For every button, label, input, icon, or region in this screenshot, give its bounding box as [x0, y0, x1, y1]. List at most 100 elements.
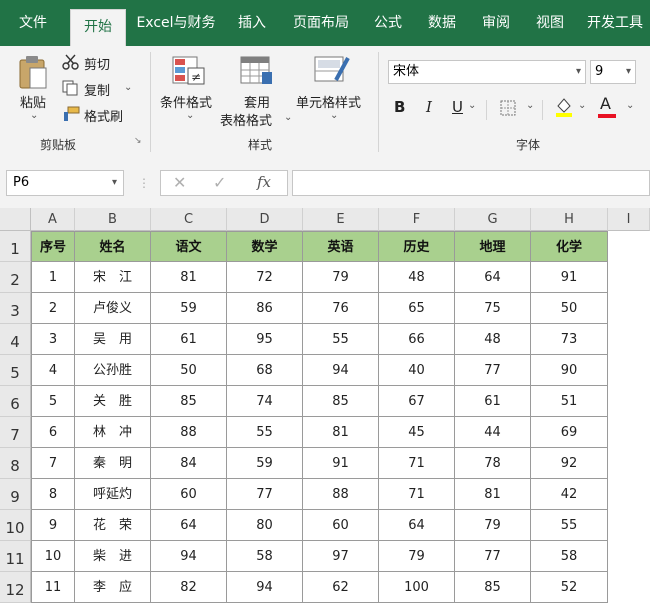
table-cell[interactable]: 71 [379, 479, 455, 510]
font-size-select[interactable]: 9 ▾ [590, 60, 636, 84]
table-cell[interactable]: 85 [303, 386, 379, 417]
table-cell[interactable]: 花 荣 [75, 510, 151, 541]
copy-button[interactable]: 复制 [84, 80, 110, 99]
row-header[interactable]: 10 [0, 510, 31, 541]
font-color-dropdown-icon[interactable]: ⌄ [626, 100, 634, 111]
table-cell[interactable]: 66 [379, 324, 455, 355]
row-header[interactable]: 2 [0, 262, 31, 293]
column-header-a[interactable]: A [31, 208, 75, 231]
conditional-format-icon[interactable]: ≠ [172, 56, 206, 90]
paste-dropdown-icon[interactable]: ⌄ [30, 110, 38, 121]
column-header-i[interactable]: I [608, 208, 650, 231]
table-header-cell[interactable]: 语文 [151, 231, 227, 262]
column-header-g[interactable]: G [455, 208, 531, 231]
table-cell[interactable]: 55 [227, 417, 303, 448]
table-cell[interactable]: 73 [531, 324, 608, 355]
tab-data[interactable]: 数据 [418, 0, 466, 46]
table-cell[interactable]: 公孙胜 [75, 355, 151, 386]
table-cell[interactable]: 9 [31, 510, 75, 541]
name-box[interactable]: P6 ▾ [6, 170, 124, 196]
table-cell[interactable]: 77 [227, 479, 303, 510]
table-cell[interactable]: 81 [151, 262, 227, 293]
table-cell[interactable]: 关 胜 [75, 386, 151, 417]
row-header[interactable]: 3 [0, 293, 31, 324]
table-cell[interactable]: 10 [31, 541, 75, 572]
table-cell[interactable]: 40 [379, 355, 455, 386]
bold-button[interactable]: B [394, 98, 405, 116]
copy-icon[interactable] [62, 80, 80, 100]
underline-dropdown-icon[interactable]: ⌄ [468, 100, 476, 111]
cancel-icon[interactable]: ✕ [173, 173, 186, 192]
row-header[interactable]: 6 [0, 386, 31, 417]
border-dropdown-icon[interactable]: ⌄ [526, 100, 534, 111]
table-cell[interactable]: 67 [379, 386, 455, 417]
table-cell[interactable]: 55 [531, 510, 608, 541]
table-cell[interactable]: 6 [31, 417, 75, 448]
row-header[interactable]: 4 [0, 324, 31, 355]
cell-style-button[interactable]: 单元格样式 [296, 92, 361, 111]
table-cell[interactable]: 74 [227, 386, 303, 417]
table-cell[interactable]: 77 [455, 541, 531, 572]
column-header-c[interactable]: C [151, 208, 227, 231]
format-painter-icon[interactable] [62, 106, 80, 126]
table-cell[interactable]: 秦 明 [75, 448, 151, 479]
table-cell[interactable]: 64 [151, 510, 227, 541]
table-cell[interactable]: 58 [531, 541, 608, 572]
table-cell[interactable]: 林 冲 [75, 417, 151, 448]
table-header-cell[interactable]: 序号 [31, 231, 75, 262]
table-cell[interactable]: 79 [379, 541, 455, 572]
insert-function-icon[interactable]: fx [257, 173, 271, 191]
table-cell[interactable]: 78 [455, 448, 531, 479]
table-cell[interactable]: 88 [151, 417, 227, 448]
font-name-select[interactable]: 宋体 ▾ [388, 60, 586, 84]
tab-home[interactable]: 开始 [70, 9, 126, 46]
table-cell[interactable]: 75 [455, 293, 531, 324]
fill-color-icon[interactable] [554, 96, 574, 122]
table-cell[interactable]: 51 [531, 386, 608, 417]
italic-button[interactable]: I [426, 98, 432, 116]
column-header-d[interactable]: D [227, 208, 303, 231]
table-cell[interactable]: 42 [531, 479, 608, 510]
tab-review[interactable]: 审阅 [472, 0, 520, 46]
table-cell[interactable]: 95 [227, 324, 303, 355]
table-cell[interactable]: 79 [455, 510, 531, 541]
paste-icon[interactable] [18, 54, 48, 94]
table-cell[interactable]: 60 [151, 479, 227, 510]
table-cell[interactable]: 94 [227, 572, 303, 603]
table-cell[interactable]: 李 应 [75, 572, 151, 603]
table-cell[interactable]: 50 [531, 293, 608, 324]
table-cell[interactable]: 64 [379, 510, 455, 541]
table-cell[interactable]: 61 [151, 324, 227, 355]
tab-developer[interactable]: 开发工具 [580, 0, 650, 46]
table-cell[interactable]: 55 [303, 324, 379, 355]
cell-style-icon[interactable] [314, 54, 350, 88]
confirm-icon[interactable]: ✓ [213, 173, 226, 192]
table-cell[interactable]: 68 [227, 355, 303, 386]
table-cell[interactable]: 1 [31, 262, 75, 293]
row-header[interactable]: 9 [0, 479, 31, 510]
table-cell[interactable]: 91 [303, 448, 379, 479]
table-cell[interactable]: 65 [379, 293, 455, 324]
row-header[interactable]: 11 [0, 541, 31, 572]
table-cell[interactable]: 5 [31, 386, 75, 417]
table-cell[interactable]: 92 [531, 448, 608, 479]
cut-button[interactable]: 剪切 [84, 54, 110, 73]
row-header[interactable]: 7 [0, 417, 31, 448]
column-header-e[interactable]: E [303, 208, 379, 231]
table-header-cell[interactable]: 姓名 [75, 231, 151, 262]
font-color-button[interactable]: A [600, 94, 611, 113]
table-cell[interactable]: 80 [227, 510, 303, 541]
table-cell[interactable]: 94 [303, 355, 379, 386]
table-cell[interactable]: 59 [151, 293, 227, 324]
table-cell[interactable]: 97 [303, 541, 379, 572]
table-cell[interactable]: 48 [379, 262, 455, 293]
tab-page-layout[interactable]: 页面布局 [284, 0, 358, 46]
table-cell[interactable]: 64 [455, 262, 531, 293]
table-cell[interactable]: 88 [303, 479, 379, 510]
table-cell[interactable]: 77 [455, 355, 531, 386]
table-cell[interactable]: 79 [303, 262, 379, 293]
table-cell[interactable]: 85 [455, 572, 531, 603]
scissors-icon[interactable] [62, 54, 80, 74]
border-icon[interactable] [500, 100, 516, 120]
table-format-dropdown-icon[interactable]: ⌄ [284, 112, 292, 123]
